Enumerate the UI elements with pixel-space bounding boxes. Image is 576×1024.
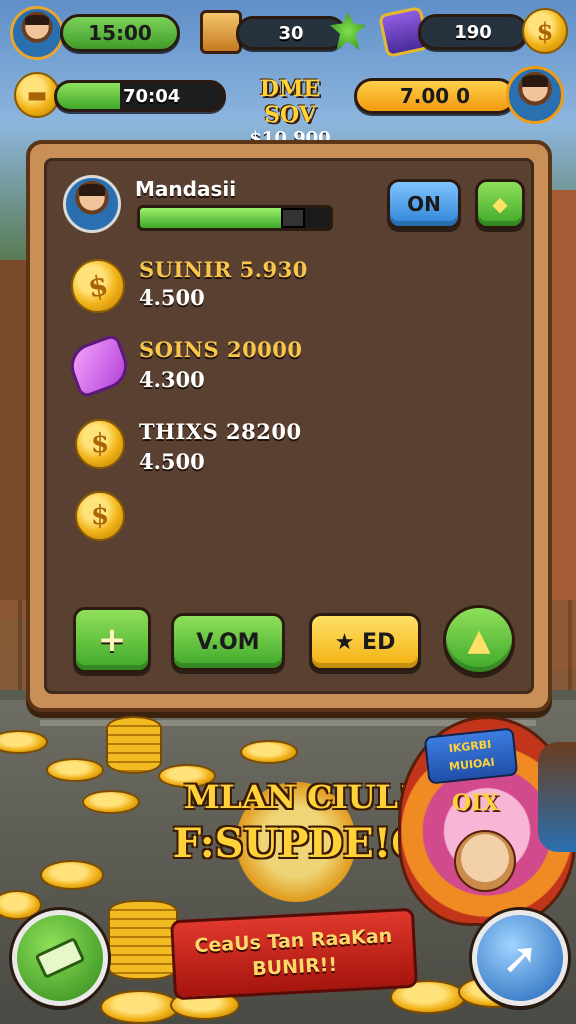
coin-icon[interactable]: $: [522, 8, 568, 54]
chest-count-text: 30: [278, 22, 304, 44]
row1-coin-icon: $: [66, 254, 130, 318]
player-name: Mandasii: [135, 177, 237, 201]
row3-sub: 4.500: [139, 449, 205, 474]
main-panel: Mandasii ON ◆ $ SUINIR 5.930 4.500 SOINS…: [26, 140, 552, 712]
promo-title[interactable]: MLAN CIUL! F:SUPDE!C: [168, 778, 428, 867]
timer-text: 15:00: [88, 21, 152, 45]
promo-line1: MLAN CIUL!: [183, 778, 413, 816]
share-button[interactable]: ➚: [472, 910, 568, 1006]
player-progress-fill: [140, 208, 281, 228]
on-toggle-button[interactable]: ON: [387, 179, 461, 229]
share-arrow-icon: ➚: [501, 932, 539, 984]
chest-counter: 30: [236, 16, 346, 50]
add-button[interactable]: +: [73, 607, 151, 673]
panel-player-avatar-icon: [63, 175, 121, 233]
panel-inner: Mandasii ON ◆ $ SUINIR 5.930 4.500 SOINS…: [44, 158, 534, 694]
progress-handle[interactable]: [280, 208, 305, 228]
energy-bar-fill: [57, 83, 121, 109]
arrow-right-button[interactable]: ◆: [475, 179, 525, 229]
row4-coin-icon: $: [75, 491, 125, 541]
promo-banner-line2: BUNIR!!: [251, 953, 338, 981]
row1-sub: 4.500: [139, 285, 205, 310]
player-avatar-icon[interactable]: [10, 6, 64, 60]
event-title: DME SOV: [259, 76, 321, 128]
timer-pill: 15:00: [60, 14, 180, 52]
gems-counter: 190: [418, 14, 528, 50]
row2-sub: 4.300: [139, 367, 205, 392]
event-header[interactable]: DME SOV $10.900: [238, 76, 342, 149]
promo-banner[interactable]: CeaUs Tan RaaKan BUNIR!!: [170, 907, 418, 1001]
upgrade-arrow-button[interactable]: ▲: [443, 605, 515, 675]
star-ed-button[interactable]: ★ ED: [309, 613, 421, 671]
row3-title: THIXS 28200: [139, 419, 302, 444]
vom-button[interactable]: V.OM: [171, 613, 285, 671]
row2-scroll-icon: [64, 332, 134, 400]
row1-title: SUINIR 5.930: [139, 257, 308, 282]
energy-bar: 70:04: [54, 80, 226, 112]
friend-avatar-icon[interactable]: [506, 66, 564, 124]
npc-character-icon: [538, 742, 576, 852]
energy-timer-text: 70:04: [123, 86, 181, 107]
cash-button[interactable]: [12, 910, 108, 1006]
gems-count-text: 190: [454, 21, 492, 43]
currency-text: 7.00 0: [399, 84, 471, 108]
currency-pill: 7.00 0: [354, 78, 516, 114]
cat-mascot-icon: [454, 830, 516, 892]
row3-coin-icon: $: [75, 419, 125, 469]
prize-wheel-label: IKGRBI MUIOAI: [423, 727, 519, 785]
promo-line2: F:SUPDE!C: [172, 820, 424, 867]
player-progress-bar: [137, 205, 333, 231]
badge-sub: OIX: [452, 790, 499, 816]
cash-icon: [34, 936, 86, 980]
row2-title: SOINS 20000: [139, 337, 303, 362]
